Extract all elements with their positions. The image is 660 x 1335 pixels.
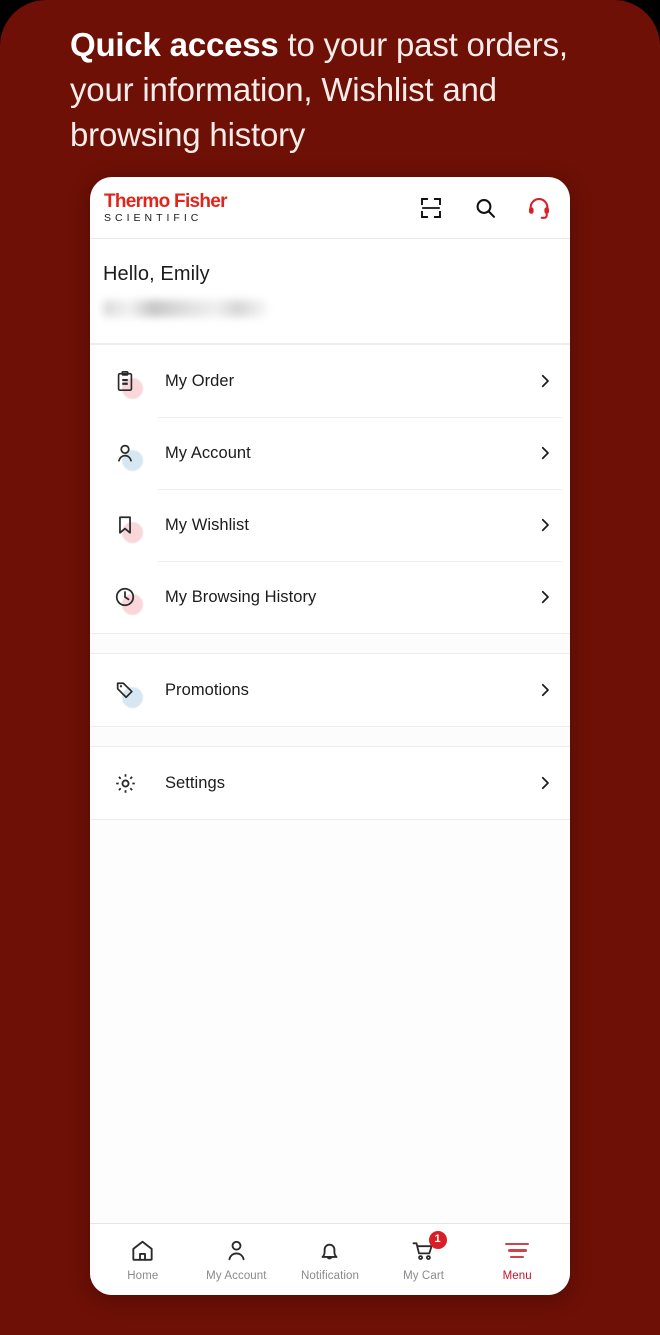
menu-group-promotions: Promotions [90,653,570,727]
nav-item-notification[interactable]: Notification [283,1224,377,1295]
tag-icon [103,668,147,712]
scan-icon[interactable] [418,195,444,221]
bookmark-icon [103,503,147,547]
nav-item-my-account[interactable]: My Account [190,1224,284,1295]
nav-item-label: Notification [300,1269,360,1282]
cart-icon: 1 [410,1230,447,1264]
greeting-block: Hello, Emily [90,239,570,344]
chevron-right-icon [536,444,554,462]
menu-item-my-account[interactable]: My Account [90,417,570,489]
nav-item-label: Home [127,1269,159,1282]
menu-item-label: Promotions [165,680,249,699]
chevron-right-icon [536,774,554,792]
person-icon [103,431,147,475]
menu-item-label: Settings [165,773,226,792]
menu-item-label: My Browsing History [165,587,317,606]
bell-icon [316,1238,344,1264]
phone-app-card: Thermo Fisher SCIENTIFIC Hello, Emily My… [90,177,570,1295]
nav-item-label: My Cart [403,1269,445,1282]
headset-icon[interactable] [526,195,552,221]
nav-item-label: My Account [206,1269,267,1282]
clock-icon [103,575,147,619]
menu-item-label: My Order [165,371,235,390]
menu-group-separator [90,634,570,653]
menu-item-label: My Wishlist [165,515,249,534]
home-icon [129,1238,157,1264]
greeting-email-redacted [103,300,268,317]
search-icon[interactable] [472,195,498,221]
chevron-right-icon [536,681,554,699]
promo-headline-bold: Quick access [70,26,279,63]
chevron-right-icon [536,516,554,534]
app-header: Thermo Fisher SCIENTIFIC [90,177,570,239]
greeting-salutation: Hello, Emily [103,263,210,285]
menu-list: My Order My Account My Wishlist My Brows… [90,344,570,1223]
menu-item-label: My Account [165,443,251,462]
menu-item-my-wishlist[interactable]: My Wishlist [90,489,570,561]
chevron-right-icon [536,372,554,390]
nav-item-my-cart[interactable]: 1 My Cart [377,1224,471,1295]
promo-headline: Quick access to your past orders, your i… [70,22,600,157]
clipboard-icon [103,359,147,403]
menu-item-my-browsing-history[interactable]: My Browsing History [90,561,570,633]
header-actions [418,195,556,221]
menu-item-my-order[interactable]: My Order [90,345,570,417]
thermo-fisher-logo: Thermo Fisher SCIENTIFIC [104,190,228,224]
nav-item-home[interactable]: Home [96,1224,190,1295]
menu-group-account: My Order My Account My Wishlist My Brows… [90,344,570,634]
menu-item-settings[interactable]: Settings [90,747,570,819]
bottom-navigation: Home My Account Notification 1 My Cart M… [90,1223,570,1295]
promo-canvas: Quick access to your past orders, your i… [0,0,660,1335]
nav-item-menu[interactable]: Menu [470,1224,564,1295]
brand-name-secondary: SCIENTIFIC [104,211,203,224]
chevron-right-icon [536,588,554,606]
menu-group-settings: Settings [90,746,570,820]
brand-name-primary: Thermo Fisher [104,190,228,212]
gear-icon [103,761,147,805]
menu-item-promotions[interactable]: Promotions [90,654,570,726]
person-icon [222,1238,250,1264]
nav-item-label: Menu [502,1269,532,1282]
cart-badge: 1 [428,1230,447,1249]
hamburger-icon [503,1238,531,1264]
menu-group-separator [90,727,570,746]
